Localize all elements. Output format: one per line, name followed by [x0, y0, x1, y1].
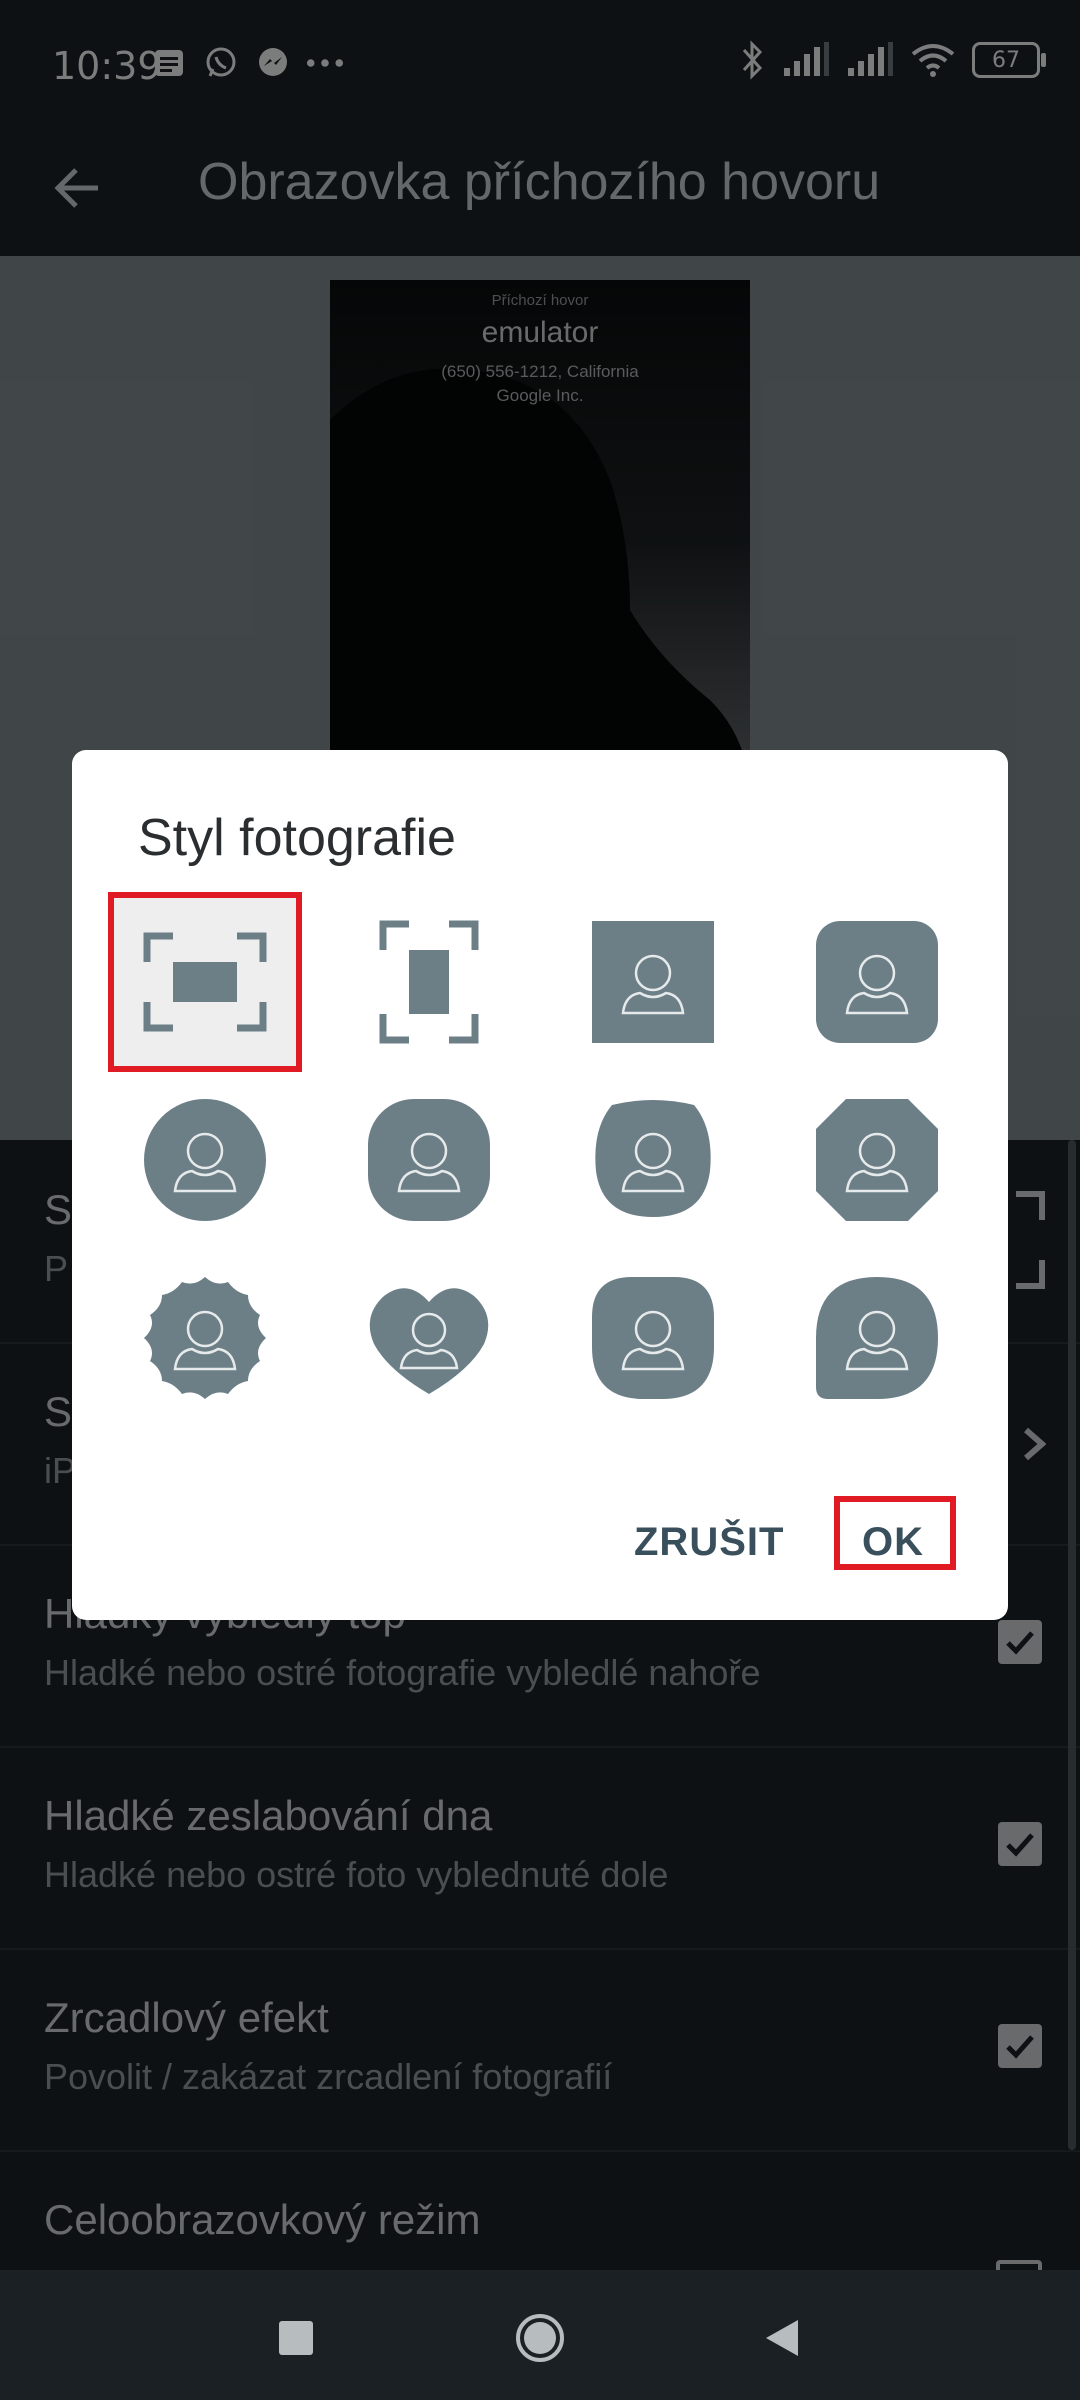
square-icon [279, 2321, 313, 2355]
style-option-squircle[interactable] [332, 1070, 526, 1250]
dialog-title: Styl fotografie [138, 809, 456, 867]
ok-button[interactable]: OK [862, 1520, 924, 1565]
style-option-leaf[interactable] [780, 1248, 974, 1428]
circle-icon [516, 2314, 564, 2362]
style-option-circle[interactable] [108, 1070, 302, 1250]
style-option-blob[interactable] [556, 1248, 750, 1428]
pebble-avatar-icon [595, 1100, 711, 1217]
home-button[interactable] [510, 2308, 570, 2368]
fullscreen-vertical-icon [379, 920, 479, 1044]
fullscreen-horizontal-icon [143, 932, 267, 1032]
cancel-button[interactable]: ZRUŠIT [634, 1520, 784, 1565]
style-option-fullscreen-vertical[interactable] [332, 892, 526, 1072]
style-option-fullscreen-horizontal[interactable] [108, 892, 302, 1072]
style-option-scalloped[interactable] [108, 1248, 302, 1428]
rounded-square-avatar-icon [816, 921, 938, 1043]
style-option-heart[interactable] [332, 1248, 526, 1428]
heart-avatar-icon [369, 1288, 489, 1394]
circle-avatar-icon [144, 1099, 266, 1221]
scalloped-avatar-icon [144, 1277, 266, 1399]
style-option-rounded-square[interactable] [780, 892, 974, 1072]
square-avatar-icon [592, 921, 714, 1043]
leaf-avatar-icon [816, 1277, 938, 1399]
recent-apps-button[interactable] [266, 2308, 326, 2368]
style-option-pebble[interactable] [556, 1070, 750, 1250]
style-option-octagon[interactable] [780, 1070, 974, 1250]
navigation-bar [0, 2270, 1080, 2400]
photo-style-dialog: Styl fotografie ZRUŠIT OK [72, 750, 1008, 1620]
blob-avatar-icon [592, 1277, 714, 1399]
squircle-avatar-icon [368, 1099, 490, 1221]
octagon-avatar-icon [816, 1099, 938, 1221]
triangle-back-icon [766, 2320, 798, 2356]
back-button[interactable] [752, 2308, 812, 2368]
style-option-square[interactable] [556, 892, 750, 1072]
